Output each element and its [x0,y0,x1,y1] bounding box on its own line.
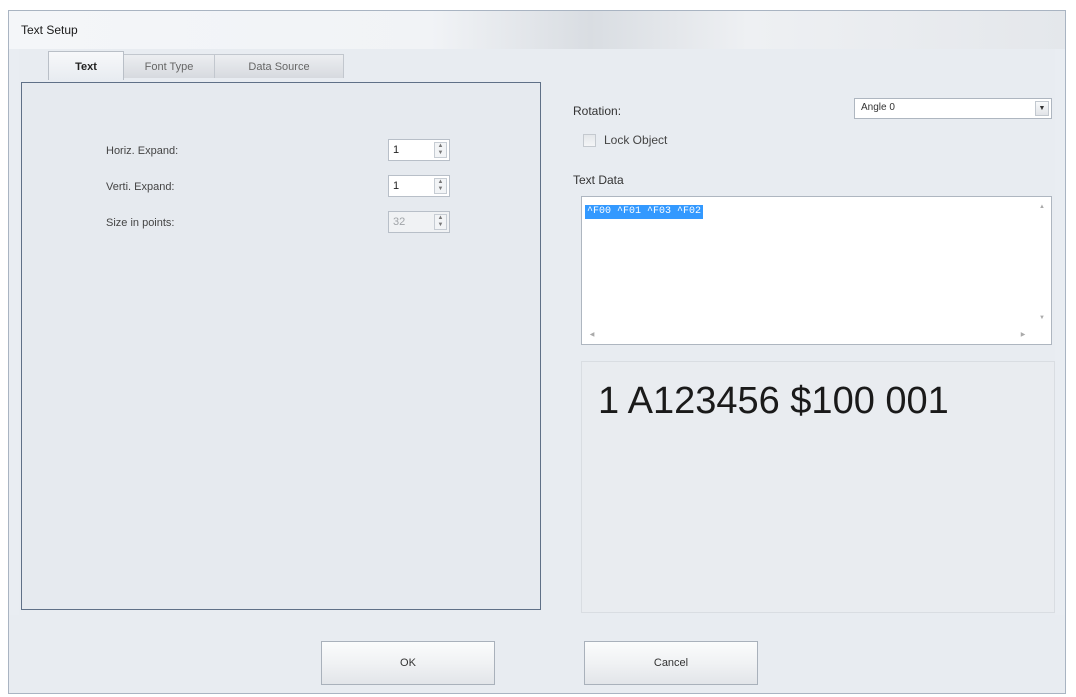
rotation-label: Rotation: [573,104,622,118]
down-arrow-icon[interactable]: ▼ [435,150,446,157]
horiz-expand-label: Horiz. Expand: [106,145,179,157]
lock-object-checkbox[interactable] [583,134,596,147]
scroll-up-icon[interactable]: ▲ [1034,200,1050,214]
horiz-expand-stepper[interactable]: ▲ ▼ [388,139,450,161]
scroll-down-icon[interactable]: ▼ [1034,311,1050,325]
size-in-points-stepper: ▲ ▼ [388,211,450,233]
up-arrow-icon[interactable]: ▲ [435,143,446,150]
verti-expand-spin-buttons[interactable]: ▲ ▼ [434,178,447,194]
verti-expand-label: Verti. Expand: [106,181,175,193]
title-bar[interactable]: Text Setup [9,11,1065,49]
scroll-left-icon[interactable]: ◀ [585,327,599,343]
text-data-label: Text Data [573,173,624,187]
tab-strip: Font Type Data Source Text [23,50,1055,80]
chevron-down-icon[interactable]: ▼ [1035,101,1049,116]
down-arrow-icon[interactable]: ▼ [435,186,446,193]
horiz-expand-spin-buttons[interactable]: ▲ ▼ [434,142,447,158]
tab-text[interactable]: Text [48,51,124,80]
text-setup-dialog: Text Setup Font Type Data Source Text Ho… [8,10,1066,694]
down-arrow-icon: ▼ [437,222,444,228]
vertical-scrollbar[interactable]: ▲ ▼ [1034,198,1050,327]
text-data-selected-text[interactable]: ^F00 ^F01 ^F03 ^F02 [585,205,704,219]
cancel-button[interactable]: Cancel [584,641,758,685]
ok-button[interactable]: OK [321,641,495,685]
tab-data-source[interactable]: Data Source [214,54,344,78]
lock-object-label[interactable]: Lock Object [604,133,667,147]
preview-text: 1 A123456 $100 001 [598,380,949,422]
button-bar: OK Cancel [9,615,1065,693]
text-data-field[interactable]: ^F00 ^F01 ^F03 ^F02 ▲ ▼ ◀ ▶ [581,196,1052,345]
rotation-select[interactable]: Angle 0 ▼ [854,98,1052,119]
horiz-expand-input[interactable] [393,143,423,157]
window-title: Text Setup [21,23,78,37]
size-in-points-label: Size in points: [106,217,175,229]
verti-expand-input[interactable] [393,179,423,193]
rotation-value: Angle 0 [861,102,895,113]
up-arrow-icon[interactable]: ▲ [435,179,446,186]
size-spin-buttons: ▲ ▼ [434,214,447,230]
verti-expand-stepper[interactable]: ▲ ▼ [388,175,450,197]
tab-font-type[interactable]: Font Type [123,54,215,78]
scroll-right-icon[interactable]: ▶ [1016,327,1030,343]
size-in-points-input [393,215,423,229]
text-tab-panel: Horiz. Expand: ▲ ▼ Verti. Expand: ▲ ▼ Si… [21,82,541,610]
dialog-body: Font Type Data Source Text Horiz. Expand… [19,49,1055,615]
horizontal-scrollbar[interactable]: ◀ ▶ [583,327,1034,343]
up-arrow-icon: ▲ [437,215,444,221]
text-preview: 1 A123456 $100 001 [581,361,1055,613]
